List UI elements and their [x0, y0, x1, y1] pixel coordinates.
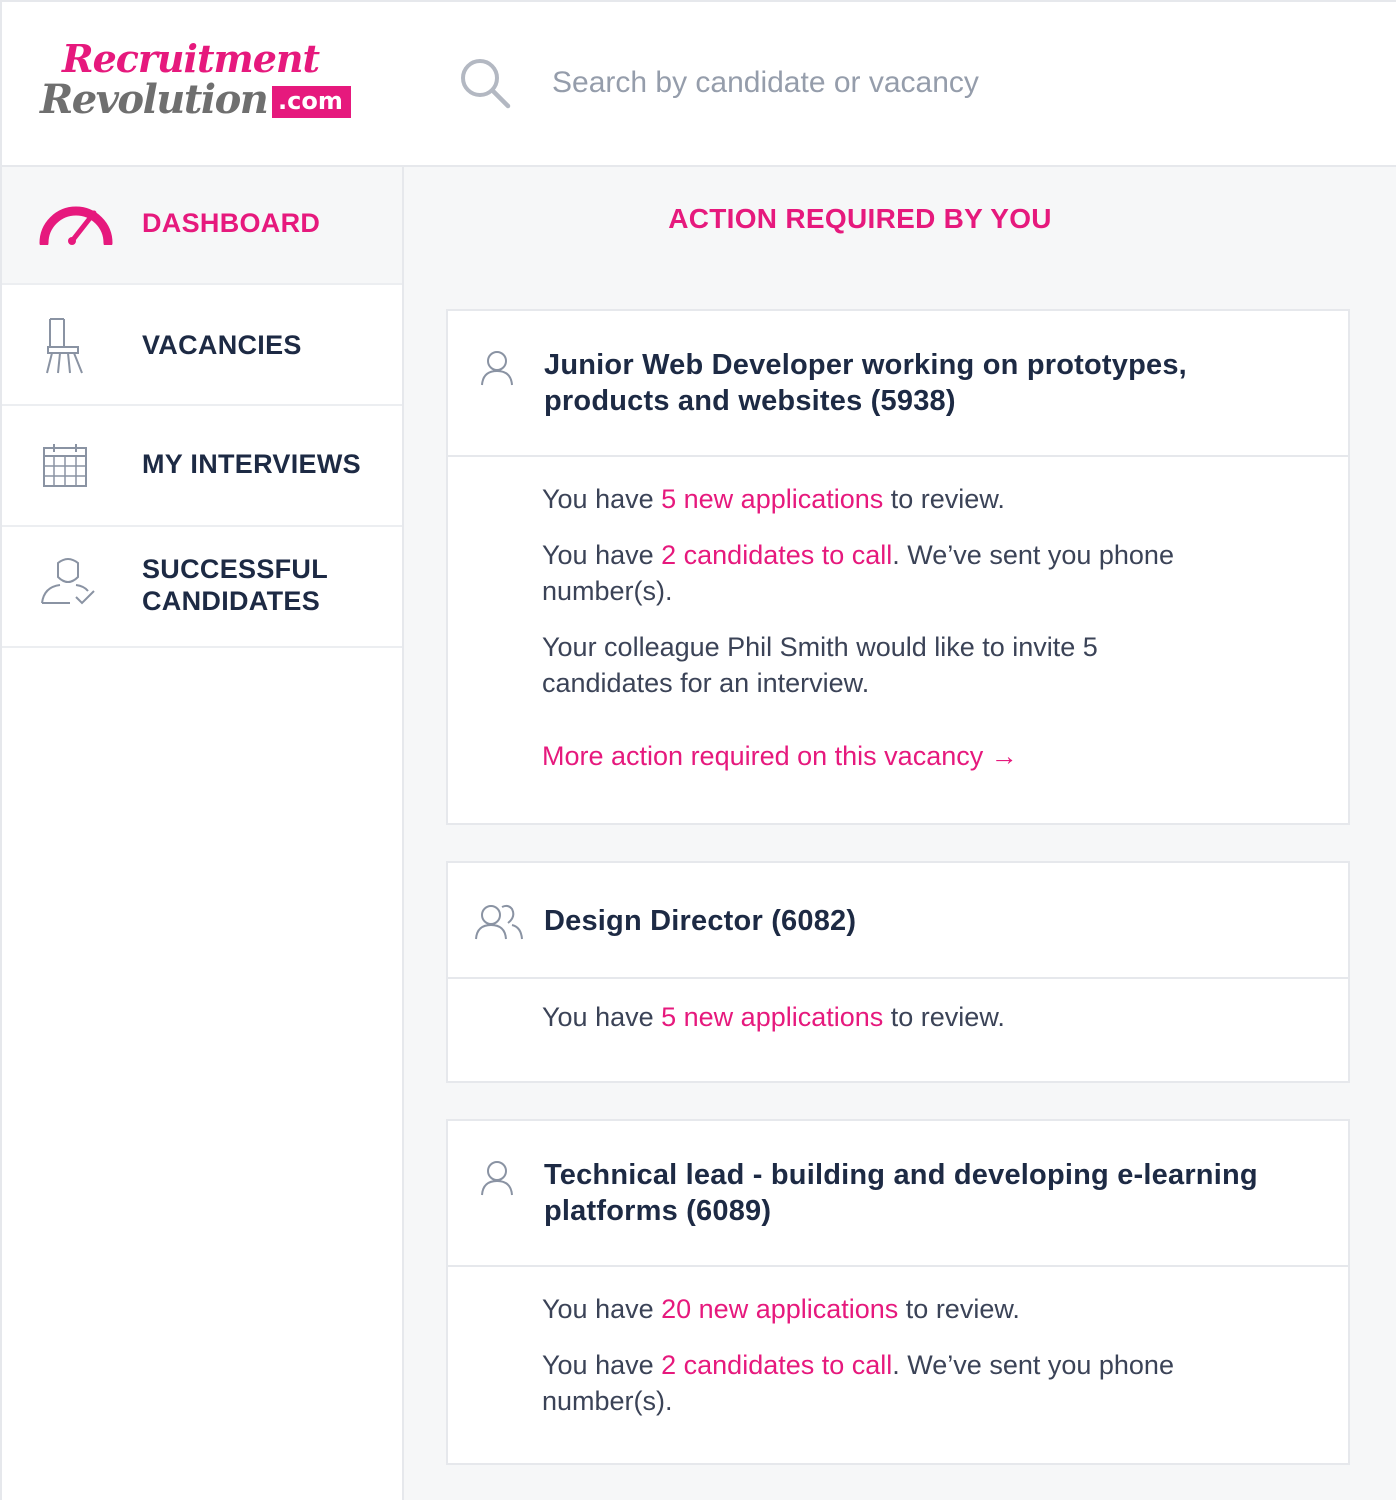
- message-text: You have: [542, 1002, 662, 1032]
- calendar-icon: [43, 444, 87, 487]
- page-title: ACTION REQUIRED BY YOU: [668, 203, 1052, 234]
- header: Recruitment Revolution .com: [2, 2, 1396, 167]
- user-icon: [481, 1161, 513, 1196]
- app-frame: Recruitment Revolution .com DASHBOARD VA…: [0, 0, 1396, 1500]
- card-title-line2: products and websites (5938): [544, 385, 956, 417]
- card-message-continued: number(s).: [542, 1386, 673, 1416]
- message-text: You have: [542, 484, 662, 514]
- logo-suffix: .com: [272, 86, 351, 118]
- user-icon: [481, 351, 513, 386]
- card-title-line1: Design Director (6082): [544, 905, 857, 937]
- card-header[interactable]: Technical lead - building and developing…: [448, 1121, 1348, 1267]
- vacancy-card: Junior Web Developer working on prototyp…: [446, 309, 1350, 825]
- card-message: You have 2 candidates to call. We’ve sen…: [542, 1347, 1302, 1383]
- search-input[interactable]: [552, 58, 1352, 108]
- sidebar-item-dashboard[interactable]: DASHBOARD: [2, 167, 402, 285]
- new-applications-link[interactable]: 5 new applications: [661, 1002, 883, 1032]
- sidebar-item-vacancies[interactable]: VACANCIES: [2, 285, 402, 406]
- sidebar-item-label: VACANCIES: [142, 330, 302, 360]
- sidebar-item-label-line1: SUCCESSFUL: [142, 554, 329, 584]
- search-icon[interactable]: [458, 56, 512, 110]
- sidebar-item-label: MY INTERVIEWS: [142, 449, 361, 479]
- logo[interactable]: Recruitment Revolution .com: [40, 36, 360, 126]
- card-message: You have 5 new applications to review.: [542, 481, 1302, 517]
- sidebar: DASHBOARD VACANCIES MY INTERVIEWS SUCCES…: [2, 167, 404, 1500]
- message-text: to review.: [883, 484, 1005, 514]
- main-content: ACTION REQUIRED BY YOU Junior Web Develo…: [404, 167, 1396, 1500]
- speedometer-icon: [39, 206, 113, 245]
- message-text: to review.: [883, 1002, 1005, 1032]
- card-title-line1: Junior Web Developer working on prototyp…: [544, 349, 1187, 381]
- logo-line1: Recruitment: [62, 36, 320, 81]
- card-header[interactable]: Design Director (6082): [448, 863, 1348, 979]
- message-text: to review.: [898, 1294, 1020, 1324]
- new-applications-link[interactable]: 20 new applications: [661, 1294, 898, 1324]
- message-text: . We’ve sent you phone: [892, 540, 1174, 570]
- sidebar-item-my-interviews[interactable]: MY INTERVIEWS: [2, 406, 402, 527]
- card-header[interactable]: Junior Web Developer working on prototyp…: [448, 311, 1348, 457]
- chair-icon: [46, 318, 83, 374]
- new-applications-link[interactable]: 5 new applications: [661, 484, 883, 514]
- users-icon: [475, 904, 523, 940]
- message-text: You have: [542, 540, 662, 570]
- vacancy-card: Design Director (6082) You have 5 new ap…: [446, 861, 1350, 1083]
- card-title-line2: platforms (6089): [544, 1195, 772, 1227]
- card-message: You have 2 candidates to call. We’ve sen…: [542, 537, 1302, 573]
- sidebar-item-label-line2: CANDIDATES: [142, 586, 320, 616]
- candidates-to-call-link[interactable]: 2 candidates to call: [661, 540, 892, 570]
- card-title-line1: Technical lead - building and developing…: [544, 1159, 1258, 1191]
- message-text: You have: [542, 1294, 662, 1324]
- card-message-continued: candidates for an interview.: [542, 668, 870, 698]
- message-text: You have: [542, 1350, 662, 1380]
- sidebar-item-successful-candidates[interactable]: SUCCESSFUL CANDIDATES: [2, 527, 402, 648]
- message-text: . We’ve sent you phone: [892, 1350, 1174, 1380]
- logo-line2: Revolution: [40, 76, 269, 123]
- card-message: You have 20 new applications to review.: [542, 1291, 1302, 1327]
- candidates-to-call-link[interactable]: 2 candidates to call: [661, 1350, 892, 1380]
- card-message: Your colleague Phil Smith would like to …: [542, 632, 1098, 662]
- more-action-link[interactable]: More action required on this vacancy →: [542, 741, 1018, 772]
- card-message-continued: number(s).: [542, 576, 673, 606]
- vacancy-card: Technical lead - building and developing…: [446, 1119, 1350, 1465]
- sidebar-item-label: DASHBOARD: [142, 208, 321, 238]
- user-check-icon: [41, 558, 95, 605]
- card-message: You have 5 new applications to review.: [542, 999, 1302, 1035]
